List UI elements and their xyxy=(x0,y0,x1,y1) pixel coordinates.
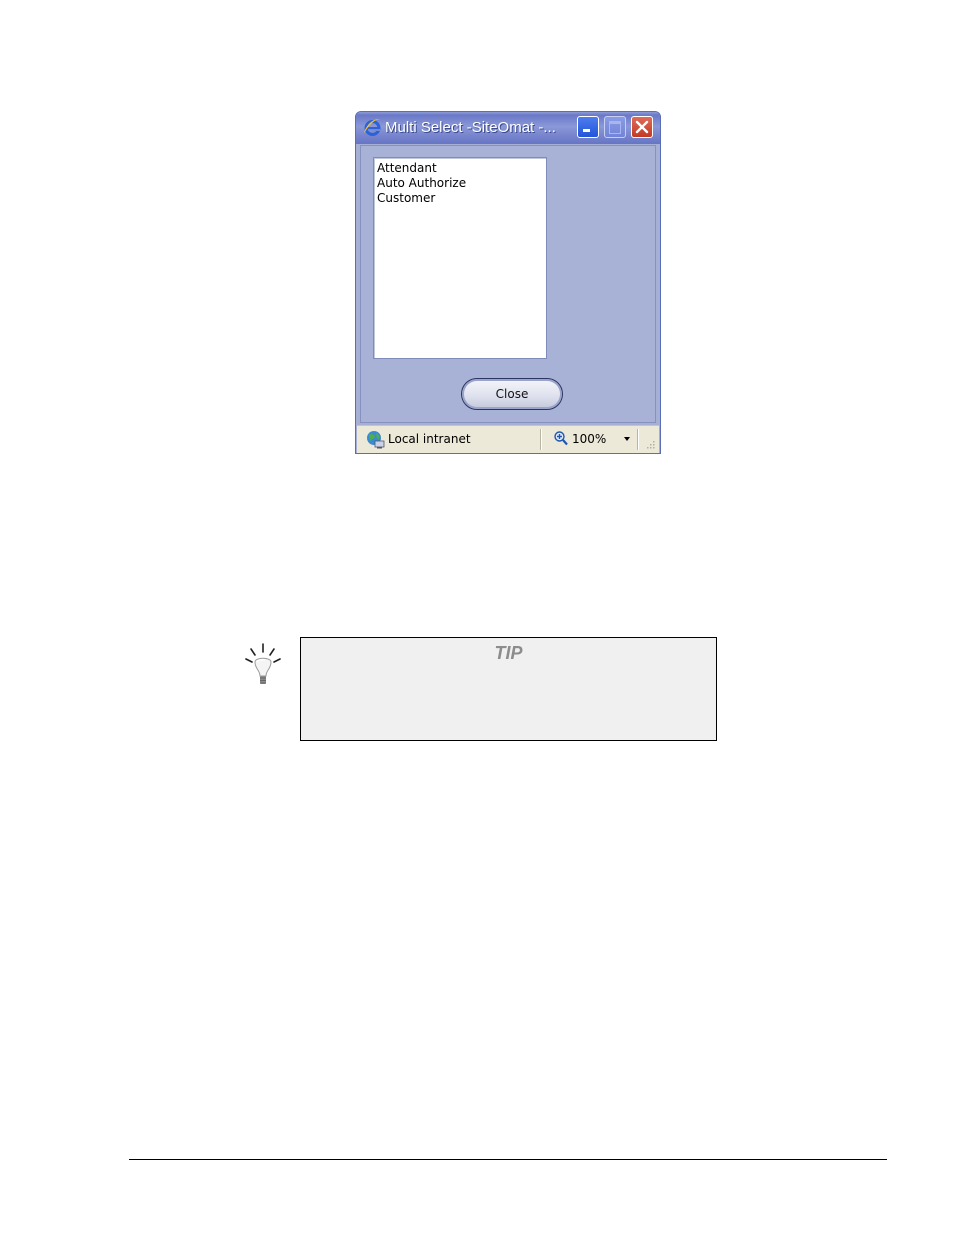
title-bar[interactable]: Multi Select -SiteOmat -... xyxy=(356,112,660,144)
multi-select-listbox[interactable]: Attendant Auto Authorize Customer xyxy=(373,157,547,359)
chevron-down-icon[interactable] xyxy=(624,437,630,441)
status-bar: Local intranet 100% xyxy=(357,425,659,453)
resize-grip-icon[interactable] xyxy=(645,439,655,449)
zoom-icon[interactable] xyxy=(554,431,568,446)
window-title: Multi Select -SiteOmat -... xyxy=(385,119,556,136)
close-button[interactable]: Close xyxy=(461,378,563,410)
list-item[interactable]: Customer xyxy=(374,191,546,206)
zoom-level[interactable]: 100% xyxy=(572,432,606,446)
security-zone-label[interactable]: Local intranet xyxy=(388,432,471,446)
close-icon xyxy=(635,120,649,134)
maximize-button[interactable] xyxy=(604,116,626,138)
minimize-button[interactable] xyxy=(577,116,599,138)
window-content: Attendant Auto Authorize Customer Close xyxy=(360,145,656,423)
multi-select-window: Multi Select -SiteOmat -... Attendant Au… xyxy=(355,111,661,454)
list-item[interactable]: Auto Authorize xyxy=(374,176,546,191)
close-window-button[interactable] xyxy=(631,116,653,138)
footer-divider xyxy=(129,1159,887,1160)
status-divider xyxy=(540,429,542,450)
local-intranet-icon xyxy=(367,431,385,449)
list-item[interactable]: Attendant xyxy=(374,161,546,176)
status-divider xyxy=(637,429,639,450)
internet-explorer-icon xyxy=(364,119,381,136)
tip-title: TIP xyxy=(494,643,523,663)
lightbulb-icon xyxy=(245,643,281,684)
tip-box: TIP xyxy=(300,637,717,741)
